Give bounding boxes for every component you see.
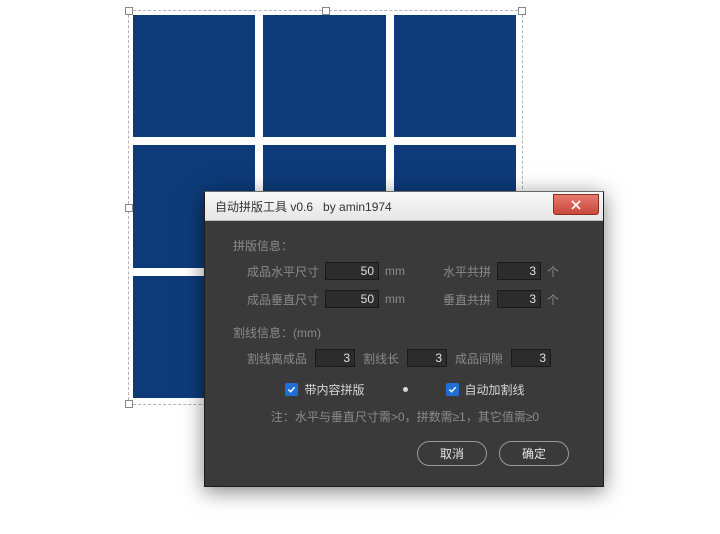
checkbox-with-content[interactable]: 带内容拼版 <box>285 381 364 398</box>
section-layout-title: 拼版信息： <box>233 237 585 254</box>
cut-offset-input[interactable] <box>315 349 355 367</box>
h-size-unit: mm <box>385 264 407 278</box>
section-cut-title: 割线信息：(mm) <box>233 324 585 341</box>
row-v-size: 成品垂直尺寸 mm 垂直共拼 个 <box>247 290 585 308</box>
titlebar[interactable]: 自动拼版工具 v0.6 by amin1974 <box>205 192 603 221</box>
button-row: 取消 确定 <box>225 441 585 466</box>
cancel-button[interactable]: 取消 <box>417 441 487 466</box>
cut-len-label: 割线长 <box>363 350 399 367</box>
ok-button[interactable]: 确定 <box>499 441 569 466</box>
h-size-input[interactable] <box>325 262 379 280</box>
separator-dot <box>403 387 408 392</box>
note-text: 注：水平与垂直尺寸需>0，拼数需≥1，其它值需≥0 <box>225 408 585 425</box>
v-count-label: 垂直共拼 <box>443 291 491 308</box>
checkbox-with-content-label: 带内容拼版 <box>304 381 364 398</box>
v-size-unit: mm <box>385 292 407 306</box>
checkbox-row: 带内容拼版 自动加割线 <box>225 381 585 398</box>
v-count-input[interactable] <box>497 290 541 308</box>
resize-handle[interactable] <box>125 400 133 408</box>
h-count-unit: 个 <box>547 263 569 280</box>
h-count-label: 水平共拼 <box>443 263 491 280</box>
grid-cell <box>133 15 255 137</box>
dialog-body: 拼版信息： 成品水平尺寸 mm 水平共拼 个 成品垂直尺寸 mm 垂直共拼 个 … <box>205 221 603 486</box>
resize-handle[interactable] <box>125 204 133 212</box>
dialog-auto-imposition: 自动拼版工具 v0.6 by amin1974 拼版信息： 成品水平尺寸 mm … <box>204 191 604 487</box>
resize-handle[interactable] <box>518 7 526 15</box>
dialog-title: 自动拼版工具 v0.6 by amin1974 <box>205 198 392 215</box>
cut-offset-label: 割线离成品 <box>247 350 307 367</box>
row-h-size: 成品水平尺寸 mm 水平共拼 个 <box>247 262 585 280</box>
grid-cell <box>263 15 385 137</box>
v-count-unit: 个 <box>547 291 569 308</box>
v-size-input[interactable] <box>325 290 379 308</box>
close-button[interactable] <box>553 194 599 215</box>
row-cut: 割线离成品 割线长 成品间隙 <box>247 349 585 367</box>
v-size-label: 成品垂直尺寸 <box>247 291 319 308</box>
resize-handle[interactable] <box>322 7 330 15</box>
h-count-input[interactable] <box>497 262 541 280</box>
h-size-label: 成品水平尺寸 <box>247 263 319 280</box>
grid-cell <box>394 15 516 137</box>
checkbox-icon <box>446 383 459 396</box>
checkbox-auto-cut[interactable]: 自动加割线 <box>446 381 525 398</box>
checkbox-auto-cut-label: 自动加割线 <box>465 381 525 398</box>
close-icon <box>571 200 581 210</box>
resize-handle[interactable] <box>125 7 133 15</box>
cut-len-input[interactable] <box>407 349 447 367</box>
gap-label: 成品间隙 <box>455 350 503 367</box>
gap-input[interactable] <box>511 349 551 367</box>
checkbox-icon <box>285 383 298 396</box>
